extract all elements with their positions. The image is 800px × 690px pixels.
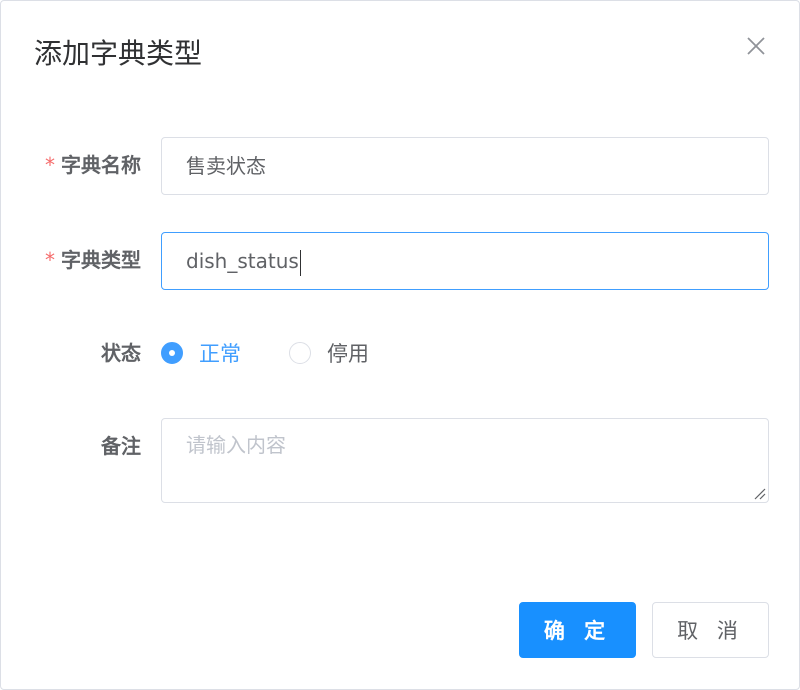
required-star: * [45, 153, 55, 177]
status-option-disabled-label: 停用 [327, 342, 369, 366]
status-option-normal-label: 正常 [199, 342, 241, 366]
dialog-title: 添加字典类型 [34, 37, 203, 70]
status-radio-disabled[interactable]: 停用 [289, 338, 369, 368]
close-button[interactable] [741, 31, 771, 61]
close-icon [747, 37, 765, 55]
text-caret [299, 249, 301, 276]
remark-textarea[interactable]: 请输入内容 [161, 418, 769, 503]
remark-placeholder: 请输入内容 [186, 433, 286, 457]
dict-name-value: 售卖状态 [186, 154, 266, 178]
add-dict-type-dialog: 添加字典类型 * 字典名称 售卖状态 * 字典类型 dish_status 状态 正… [0, 0, 800, 690]
cancel-button[interactable]: 取 消 [652, 602, 769, 658]
radio-unchecked-icon [289, 342, 311, 364]
remark-label: 备注 [101, 434, 141, 458]
resize-handle-icon[interactable] [752, 486, 766, 500]
required-star: * [45, 248, 55, 272]
dict-name-input[interactable]: 售卖状态 [161, 137, 769, 195]
confirm-button[interactable]: 确 定 [519, 602, 636, 658]
dict-type-label: * 字典类型 [45, 248, 141, 272]
radio-checked-icon [161, 342, 183, 364]
status-radio-normal[interactable]: 正常 [161, 338, 241, 368]
status-label: 状态 [101, 341, 141, 365]
dict-type-input[interactable]: dish_status [161, 232, 769, 290]
status-radio-group: 正常 停用 [161, 339, 417, 367]
dict-name-label: * 字典名称 [45, 153, 141, 177]
dict-type-value: dish_status [186, 249, 299, 273]
